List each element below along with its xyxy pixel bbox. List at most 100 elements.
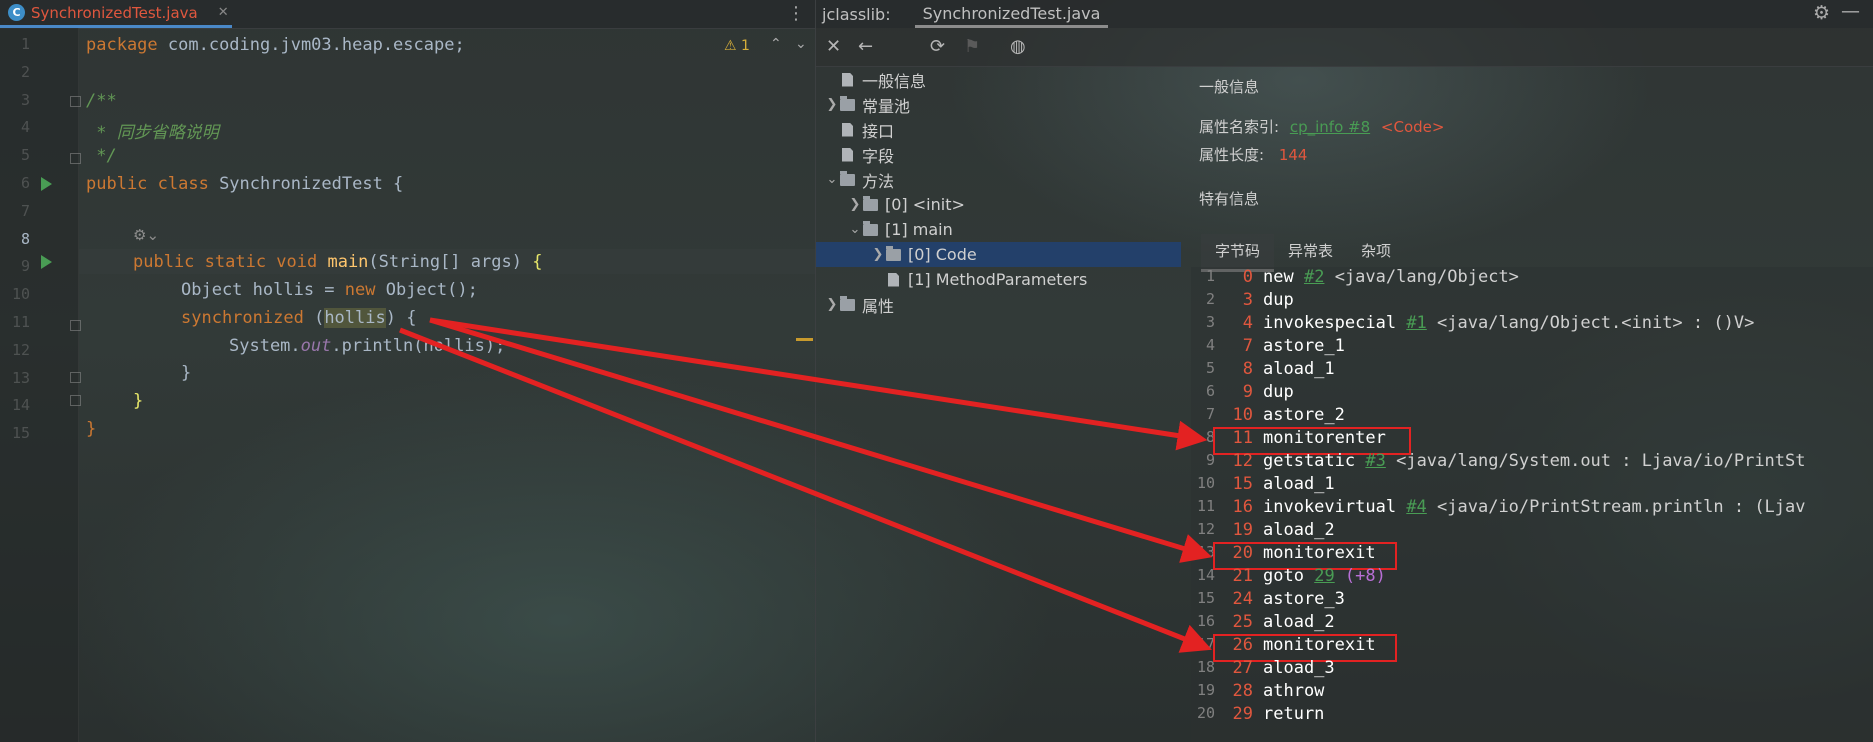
file-icon [842,147,853,162]
chevron-right-icon[interactable]: ❯ [870,247,886,262]
close-icon[interactable]: ✕ [826,36,841,57]
tree-item-constant-pool[interactable]: ❯ 常量池 [824,92,910,117]
tree-item-method-parameters[interactable]: [1] MethodParameters [870,267,1087,292]
bytecode-offset: 7 [1242,336,1253,356]
tree-item-attributes[interactable]: ❯ 属性 [824,292,894,317]
bytecode-instruction: dup [1263,290,1294,310]
tree-item-methods[interactable]: ⌄ 方法 [824,167,894,192]
bytecode-row[interactable]: 6 9 dup [1191,382,1294,405]
minimize-icon[interactable]: — [1841,0,1860,22]
bytecode-ref-link[interactable]: #2 [1304,267,1324,290]
code-line: /** [86,91,117,111]
bytecode-offset: 0 [1242,267,1253,287]
chevron-right-icon[interactable]: ❯ [824,97,840,112]
bytecode-line-number: 2 [1205,290,1215,308]
bytecode-instruction: invokespecial [1263,313,1397,333]
bytecode-line-number: 15 [1196,589,1215,607]
bytecode-instruction: astore_2 [1263,405,1345,425]
bytecode-line-number: 8 [1205,428,1215,446]
tree-item-code[interactable]: ❯ [0] Code [816,242,1181,267]
bytecode-ref-link[interactable]: #1 [1406,313,1426,336]
bytecode-offset: 19 [1232,520,1253,540]
bytecode-row[interactable]: 19 28 athrow [1191,681,1324,704]
general-info-title: 一般信息 [1199,78,1260,96]
folder-icon [886,245,901,261]
code-area[interactable]: package com.coding.jvm03.heap.escape; /*… [0,0,815,742]
specific-info-title: 特有信息 [1199,190,1260,208]
bytecode-instruction: aload_3 [1263,658,1335,678]
bytecode-offset: 9 [1242,382,1253,402]
bytecode-row[interactable]: 12 19 aload_2 [1191,520,1335,543]
tree-item-label: 属性 [862,296,895,316]
bytecode-argument: <java/lang/Object.<init> : ()V> [1426,313,1755,333]
bytecode-row[interactable]: 1 0 new #2 <java/lang/Object> [1191,267,1519,290]
chevron-down-icon[interactable]: ⌄ [824,172,840,187]
bytecode-row[interactable]: 18 27 aload_3 [1191,658,1335,681]
attr-name-value: <Code> [1380,118,1445,136]
globe-icon[interactable]: ◍ [1010,36,1026,57]
bytecode-row[interactable]: 16 25 aload_2 [1191,612,1335,635]
tree-item-fields[interactable]: 字段 [824,142,894,167]
attr-name-label: 属性名索引: [1199,118,1280,136]
tree-item-interfaces[interactable]: 接口 [824,117,894,142]
attr-length-value: 144 [1278,146,1308,164]
bytecode-ref-link[interactable]: #4 [1406,497,1426,520]
code-line: } [86,419,97,439]
bytecode-line-number: 19 [1196,681,1215,699]
bytecode-row[interactable]: 5 8 aload_1 [1191,359,1335,382]
folder-icon [840,95,855,111]
bytecode-argument: (+8) [1334,566,1386,586]
file-icon [842,72,853,87]
bytecode-ref-link[interactable]: 29 [1314,566,1334,589]
jclasslib-panel: jclasslib: SynchronizedTest.java ⚙ — ✕ ←… [815,0,1873,742]
bytecode-row[interactable]: 7 10 astore_2 [1191,405,1345,428]
bytecode-row[interactable]: 20 29 return [1191,704,1324,727]
bytecode-line-number: 13 [1196,543,1215,561]
panel-file-tab[interactable]: SynchronizedTest.java [914,4,1109,28]
gear-icon[interactable]: ⚙ [1813,2,1830,24]
bytecode-line-number: 3 [1205,313,1215,331]
bytecode-line-number: 14 [1196,566,1215,584]
refresh-icon[interactable]: ⟳ [930,36,945,57]
bytecode-offset: 16 [1232,497,1253,517]
back-arrow-icon[interactable]: ← [858,36,873,57]
bytecode-row[interactable]: 2 3 dup [1191,290,1294,313]
bytecode-line-number: 4 [1205,336,1215,354]
bytecode-line-number: 17 [1196,635,1215,653]
bytecode-instruction: aload_2 [1263,520,1335,540]
bytecode-listing[interactable]: 1 0 new #2 <java/lang/Object> 2 3 dup 3 4 invoke… [1191,267,1873,742]
folder-icon [863,195,878,211]
chevron-right-icon[interactable]: ❯ [824,297,840,312]
tree-item-method-main[interactable]: ⌄ [1] main [847,217,953,242]
bytecode-line-number: 11 [1196,497,1215,515]
tree-item-label: [0] Code [908,245,977,264]
bytecode-offset: 10 [1232,405,1253,425]
attr-name-link[interactable]: cp_info #8 [1290,118,1370,136]
chevron-down-icon[interactable]: ⌄ [847,222,863,237]
code-line: } [133,391,144,411]
attr-name-row: 属性名索引: cp_info #8 <Code> [1199,116,1444,137]
bytecode-offset: 21 [1232,566,1253,586]
bytecode-line-number: 10 [1196,474,1215,492]
tree-item-general[interactable]: 一般信息 [824,67,926,92]
bytecode-instruction: goto [1263,566,1304,586]
folder-icon [840,170,855,186]
bytecode-row[interactable]: 3 4 invokespecial #1 <java/lang/Object.<in… [1191,313,1754,336]
bytecode-offset: 27 [1232,658,1253,678]
file-icon [888,272,899,287]
bytecode-offset: 29 [1232,704,1253,724]
bytecode-row[interactable]: 9 12 getstatic #3 <java/lang/System.out : … [1191,451,1806,474]
bytecode-row[interactable]: 15 24 astore_3 [1191,589,1345,612]
bytecode-offset: 25 [1232,612,1253,632]
bytecode-ref-link[interactable]: #3 [1365,451,1385,474]
code-line: package com.coding.jvm03.heap.escape; [86,35,465,55]
chevron-right-icon[interactable]: ❯ [847,197,863,212]
bytecode-row[interactable]: 10 15 aload_1 [1191,474,1335,497]
bytecode-instruction: return [1263,704,1325,724]
code-line: Object hollis = new Object(); [181,280,478,300]
bytecode-row[interactable]: 14 21 goto 29 (+8) [1191,566,1386,589]
panel-title: jclasslib: [822,4,891,24]
bytecode-row[interactable]: 11 16 invokevirtual #4 <java/io/PrintStrea… [1191,497,1806,520]
tree-item-method-init[interactable]: ❯ [0] <init> [847,192,965,217]
bytecode-row[interactable]: 4 7 astore_1 [1191,336,1345,359]
